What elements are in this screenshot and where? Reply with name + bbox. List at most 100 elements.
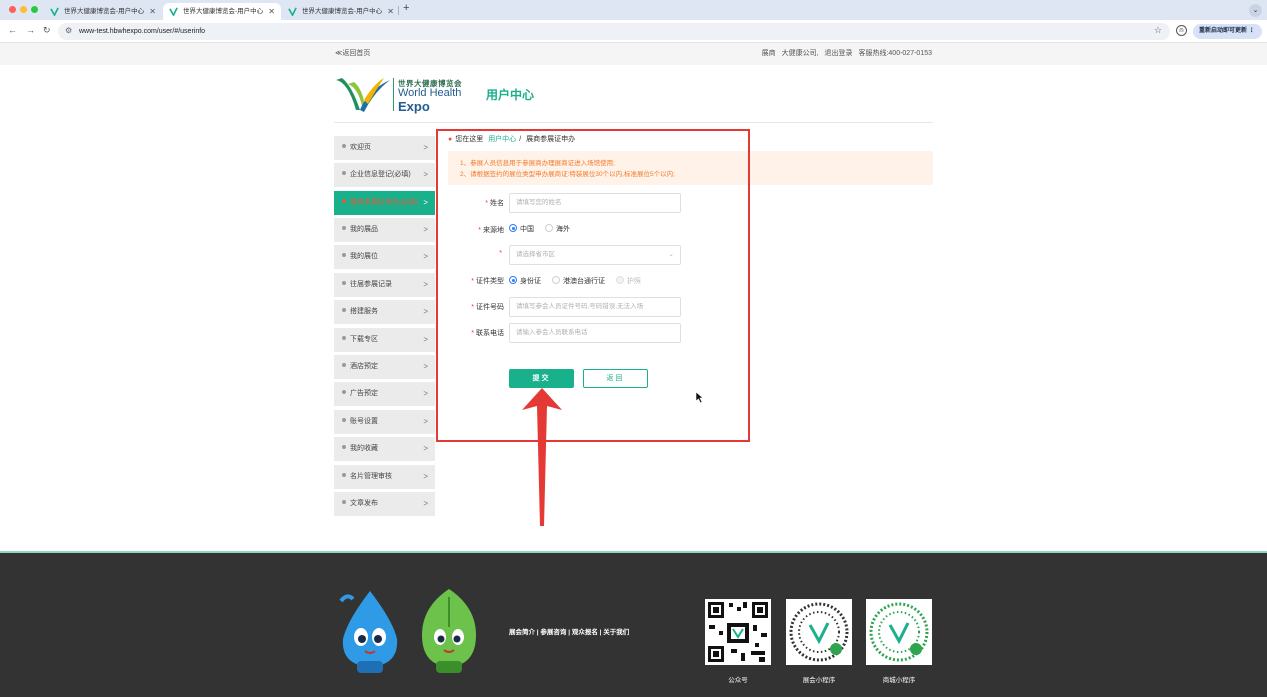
sidebar-item-label: 往届参展记录 xyxy=(350,281,392,288)
sidebar-item-welcome[interactable]: 欢迎页 > xyxy=(334,136,435,160)
qr-label-mall-miniprogram: 商城小程序 xyxy=(882,677,916,684)
sidebar-item-exhibitor-pass[interactable]: 展商参展证申办(必填) > xyxy=(334,191,435,215)
profile-icon[interactable]: ⍝ xyxy=(1176,25,1187,36)
chevron-right-icon: > xyxy=(423,472,428,481)
chevron-right-icon: > xyxy=(423,252,428,261)
header-divider xyxy=(334,122,933,123)
sidebar-item-ads[interactable]: 广告预定 > xyxy=(334,382,435,406)
bookmark-star-icon[interactable]: ☆ xyxy=(1154,25,1162,36)
sidebar-item-label: 广告预定 xyxy=(350,390,378,397)
address-bar[interactable]: ⚙ www-test.hbwhexpo.com/user/#/userinfo … xyxy=(58,23,1170,40)
back-arrow-icon[interactable]: ← xyxy=(8,25,17,35)
chevron-right-icon: > xyxy=(423,389,428,398)
chevron-right-icon: > xyxy=(423,225,428,234)
sidebar-item-label: 下载专区 xyxy=(350,336,378,343)
expo-favicon-icon xyxy=(288,7,297,16)
back-home-link[interactable]: ≪返回首页 xyxy=(335,43,370,65)
tab-search-chevron-icon[interactable]: ⌄ xyxy=(1249,4,1262,17)
tab-separator xyxy=(398,6,399,15)
hotline-number: 400-027-0153 xyxy=(888,50,932,57)
sidebar-item-hotel[interactable]: 酒店预定 > xyxy=(334,355,435,379)
qr-label-expo-miniprogram: 展会小程序 xyxy=(802,677,836,684)
hotline-label: 客服热线: xyxy=(858,50,889,57)
user-role: 展商 xyxy=(761,50,776,57)
browser-tab-2[interactable]: 世界大健康博览会-用户中心 ✕ xyxy=(163,3,281,20)
close-tab-icon[interactable]: ✕ xyxy=(149,3,156,20)
sidebar-item-label: 酒店预定 xyxy=(350,363,378,370)
qr-label-official: 公众号 xyxy=(728,677,748,684)
bullet-icon xyxy=(342,390,346,395)
site-footer xyxy=(0,553,1267,697)
sidebar-item-my-booth[interactable]: 我的展位 > xyxy=(334,245,435,269)
tab-title: 世界大健康博览会-用户中心 xyxy=(64,8,145,15)
tab-title: 世界大健康博览会-用户中心 xyxy=(183,8,264,15)
sidebar-item-label: 名片管理审核 xyxy=(350,473,392,480)
logo-divider xyxy=(393,78,394,111)
expo-favicon-icon xyxy=(169,7,178,16)
expo-logo-icon[interactable] xyxy=(334,76,392,114)
browser-tab-bar: 世界大健康博览会-用户中心 ✕ 世界大健康博览会-用户中心 ✕ 世界大健康博览会… xyxy=(0,0,1267,20)
bullet-icon xyxy=(342,171,346,176)
wechat-official-qr-icon xyxy=(705,599,771,665)
sidebar-item-label: 企业信息登记(必填) xyxy=(350,171,411,178)
sidebar-item-company-info[interactable]: 企业信息登记(必填) > xyxy=(334,163,435,187)
new-tab-button[interactable]: + xyxy=(403,2,409,14)
company-name: 大健康公司, xyxy=(781,50,819,57)
sidebar-item-articles[interactable]: 文章发布 > xyxy=(334,492,435,516)
site-top-strip: ≪返回首页 展商 大健康公司, 退出登录 客服热线:400-027-0153 xyxy=(0,43,1267,65)
close-tab-icon[interactable]: ✕ xyxy=(387,3,394,20)
logo-english-name-line2: Expo xyxy=(398,99,430,114)
sidebar-item-label: 文章发布 xyxy=(350,500,378,507)
chevron-right-icon: > xyxy=(423,198,428,207)
chevron-right-icon: > xyxy=(423,170,428,179)
reload-icon[interactable]: ↻ xyxy=(43,25,51,36)
update-browser-button[interactable]: 重新启动即可更新 ⋮ xyxy=(1193,24,1262,39)
water-drop-mascot-icon xyxy=(339,591,398,673)
chevron-right-icon: > xyxy=(423,307,428,316)
expo-miniprogram-qr-icon xyxy=(786,599,852,665)
browser-tab-3[interactable]: 世界大健康博览会-用户中心 ✕ xyxy=(282,3,400,20)
sidebar-item-downloads[interactable]: 下载专区 > xyxy=(334,328,435,352)
page-title: 用户中心 xyxy=(486,88,535,102)
bullet-icon xyxy=(342,473,346,478)
bullet-icon xyxy=(342,500,346,505)
close-tab-icon[interactable]: ✕ xyxy=(268,3,275,20)
browser-toolbar: ← → ↻ ⚙ www-test.hbwhexpo.com/user/#/use… xyxy=(0,20,1267,43)
sidebar-item-account[interactable]: 账号设置 > xyxy=(334,410,435,434)
site-settings-icon[interactable]: ⚙ xyxy=(65,26,72,35)
minimize-window-icon[interactable] xyxy=(20,6,27,13)
leaf-mascot-icon xyxy=(422,589,476,673)
logo-english-name-line1: World Health xyxy=(398,87,462,99)
bullet-icon xyxy=(342,199,346,204)
bullet-icon xyxy=(342,418,346,423)
close-window-icon[interactable] xyxy=(9,6,16,13)
expo-favicon-icon xyxy=(50,7,59,16)
bullet-icon xyxy=(342,445,346,450)
mall-miniprogram-qr-icon xyxy=(866,599,932,665)
chevron-right-icon: > xyxy=(423,335,428,344)
zoom-window-icon[interactable] xyxy=(31,6,38,13)
sidebar-item-my-exhibits[interactable]: 我的展品 > xyxy=(334,218,435,242)
chevron-right-icon: > xyxy=(423,444,428,453)
user-info-bar: 展商 大健康公司, 退出登录 客服热线:400-027-0153 xyxy=(758,43,932,65)
logout-link[interactable]: 退出登录 xyxy=(825,50,853,57)
sidebar-item-label: 展商参展证申办(必填) xyxy=(350,199,418,206)
chevron-right-icon: > xyxy=(423,362,428,371)
sidebar-item-label: 我的收藏 xyxy=(350,445,378,452)
annotation-arrow-icon xyxy=(522,388,562,526)
sidebar-item-label: 搭建服务 xyxy=(350,308,378,315)
sidebar-item-favorites[interactable]: 我的收藏 > xyxy=(334,437,435,461)
chevron-right-icon: > xyxy=(423,499,428,508)
update-label: 重新启动即可更新 xyxy=(1199,28,1248,34)
footer-links[interactable]: 展会简介 | 参展咨询 | 观众报名 | 关于我们 xyxy=(509,626,629,636)
browser-tab-1[interactable]: 世界大健康博览会-用户中心 ✕ xyxy=(44,3,162,20)
sidebar-item-past-records[interactable]: 往届参展记录 > xyxy=(334,273,435,297)
bullet-icon xyxy=(342,253,346,258)
bullet-icon xyxy=(342,226,346,231)
sidebar-item-build-service[interactable]: 搭建服务 > xyxy=(334,300,435,324)
mouse-cursor-icon xyxy=(696,392,704,403)
sidebar-item-card-review[interactable]: 名片管理审核 > xyxy=(334,465,435,489)
sidebar-item-label: 欢迎页 xyxy=(350,144,371,151)
forward-arrow-icon[interactable]: → xyxy=(26,25,35,35)
bullet-icon xyxy=(342,308,346,313)
